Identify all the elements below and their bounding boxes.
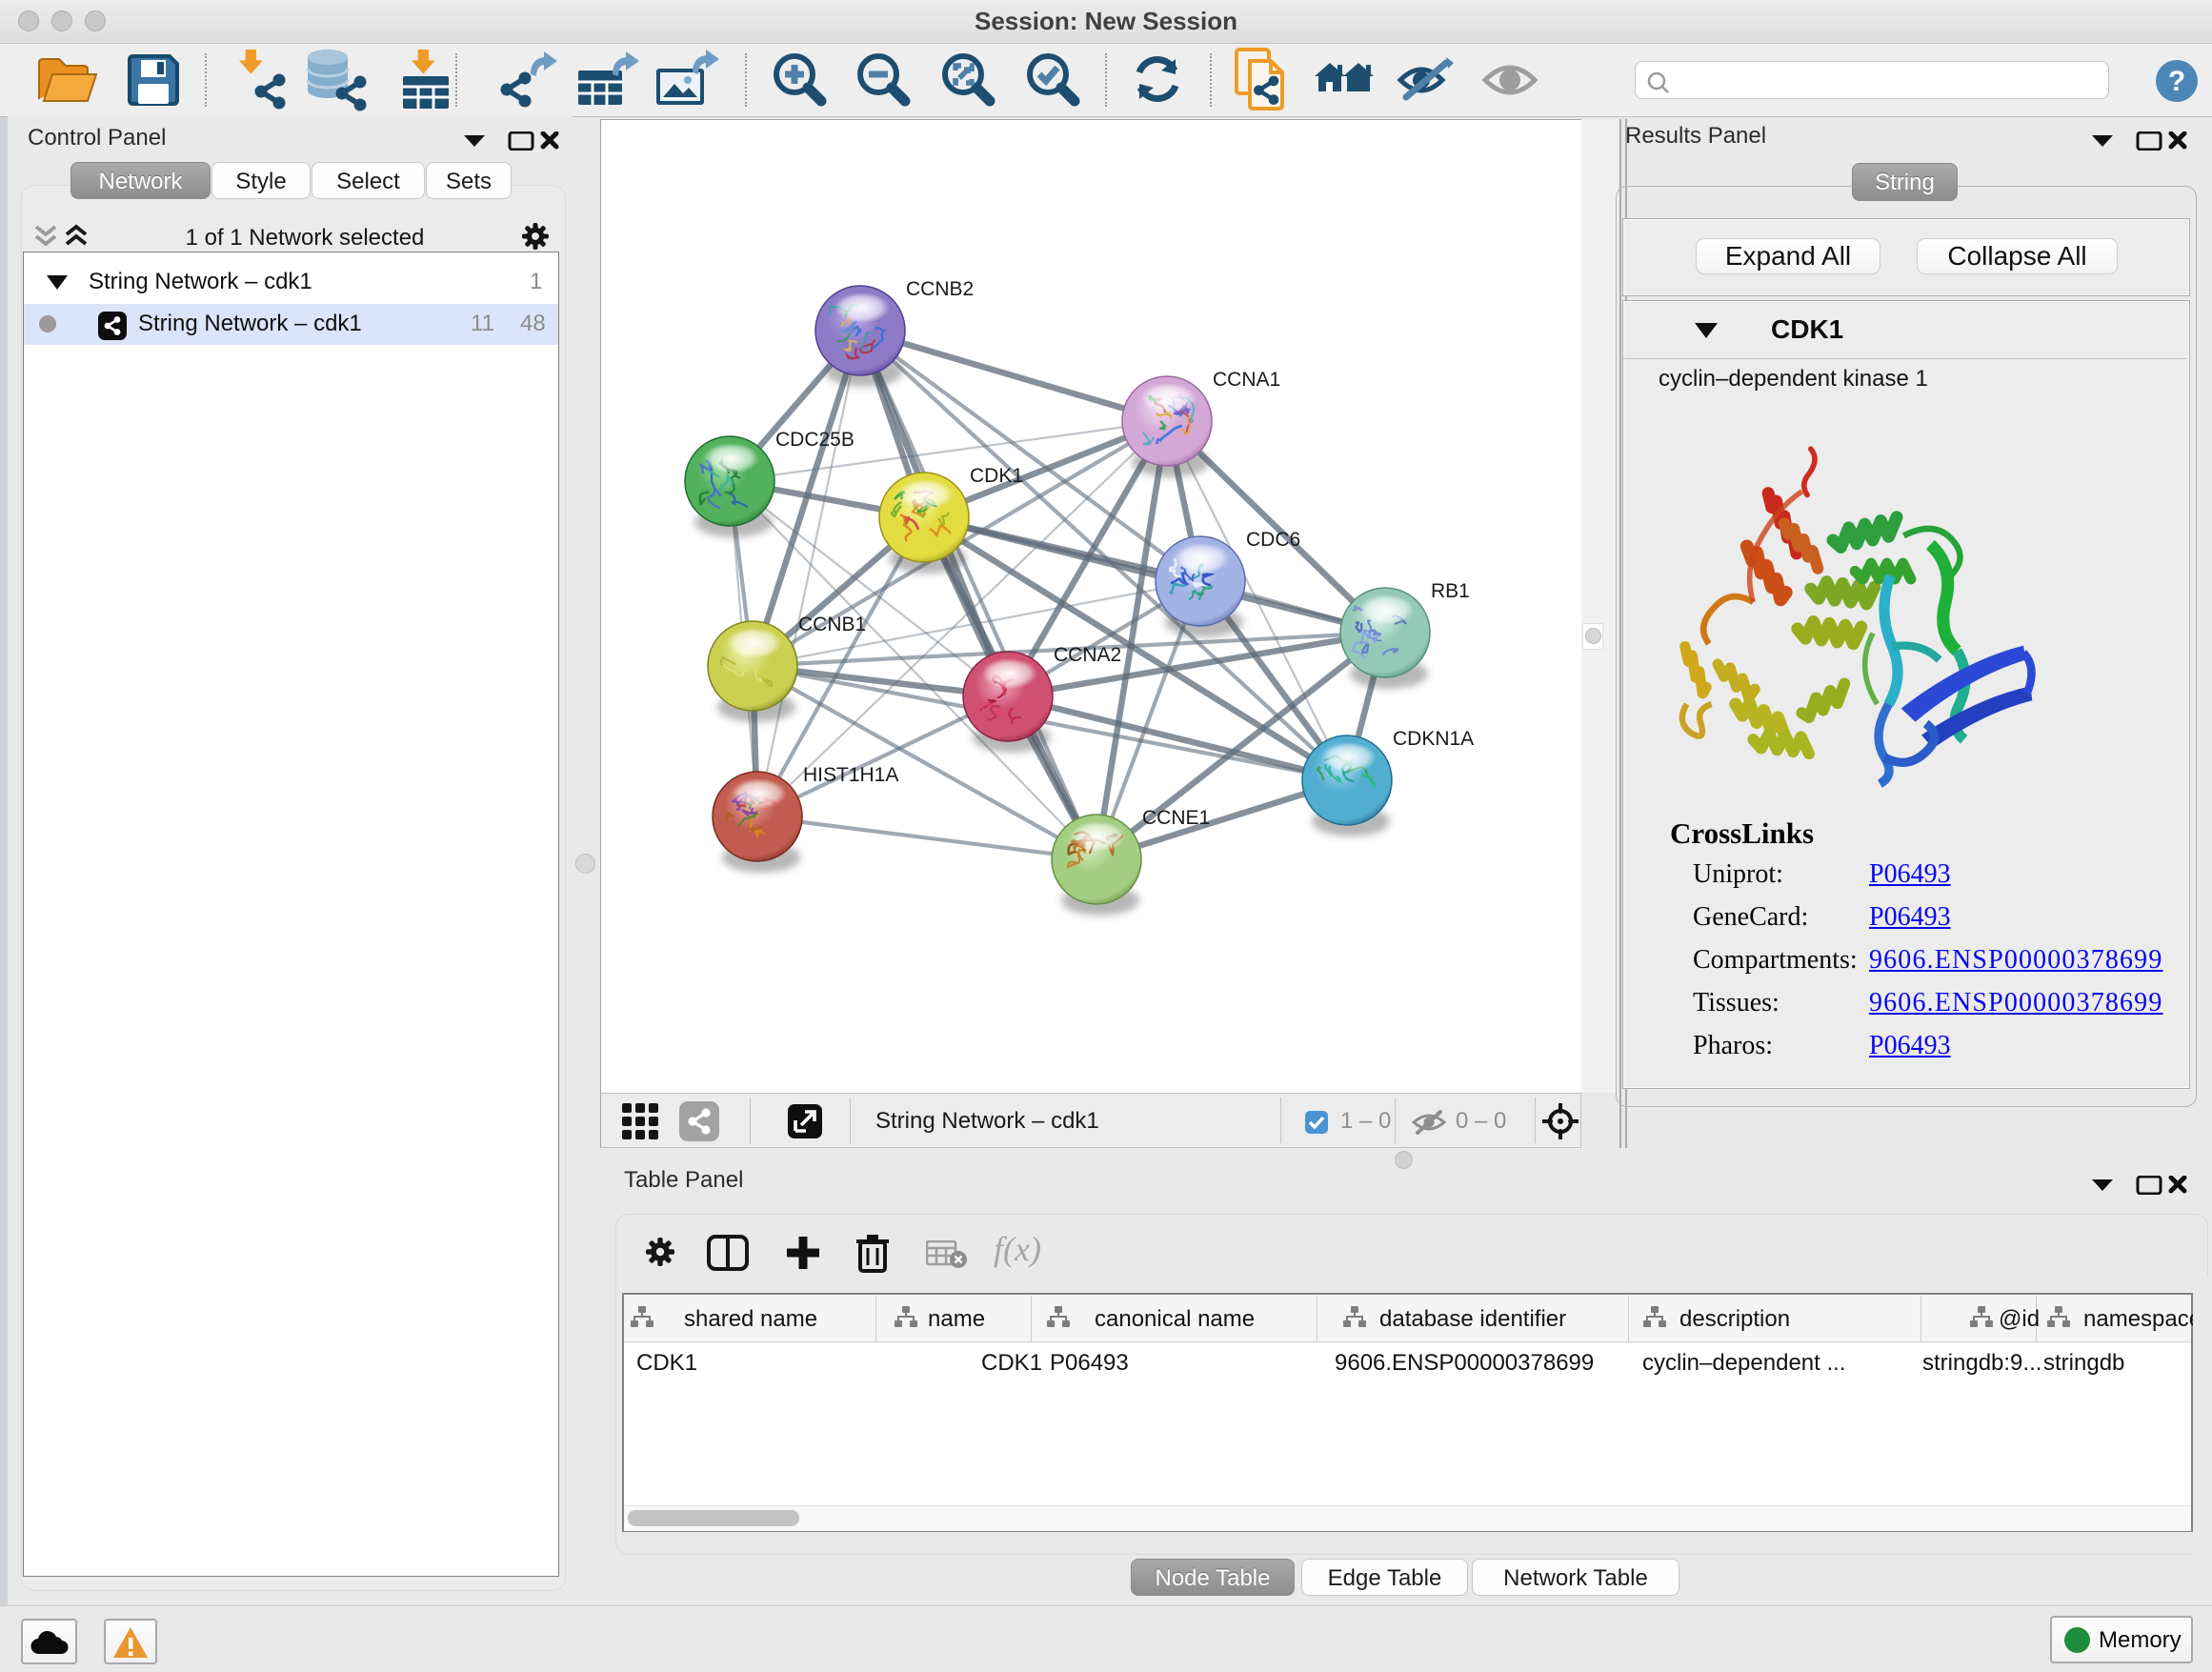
svg-text:?: ? bbox=[2168, 66, 2185, 97]
svg-text:CDC25B: CDC25B bbox=[775, 429, 855, 451]
svg-text:HIST1H1A: HIST1H1A bbox=[803, 764, 898, 786]
svg-text:CCNA2: CCNA2 bbox=[1054, 644, 1121, 666]
svg-text:CDKN1A: CDKN1A bbox=[1393, 728, 1474, 750]
svg-text:RB1: RB1 bbox=[1431, 580, 1470, 602]
svg-text:CCNB2: CCNB2 bbox=[906, 278, 974, 300]
svg-text:CDK1: CDK1 bbox=[970, 465, 1023, 487]
svg-text:CCNE1: CCNE1 bbox=[1142, 807, 1210, 829]
svg-text:CCNB1: CCNB1 bbox=[798, 614, 866, 635]
svg-text:CCNA1: CCNA1 bbox=[1213, 369, 1280, 391]
svg-text:CDC6: CDC6 bbox=[1246, 529, 1300, 551]
